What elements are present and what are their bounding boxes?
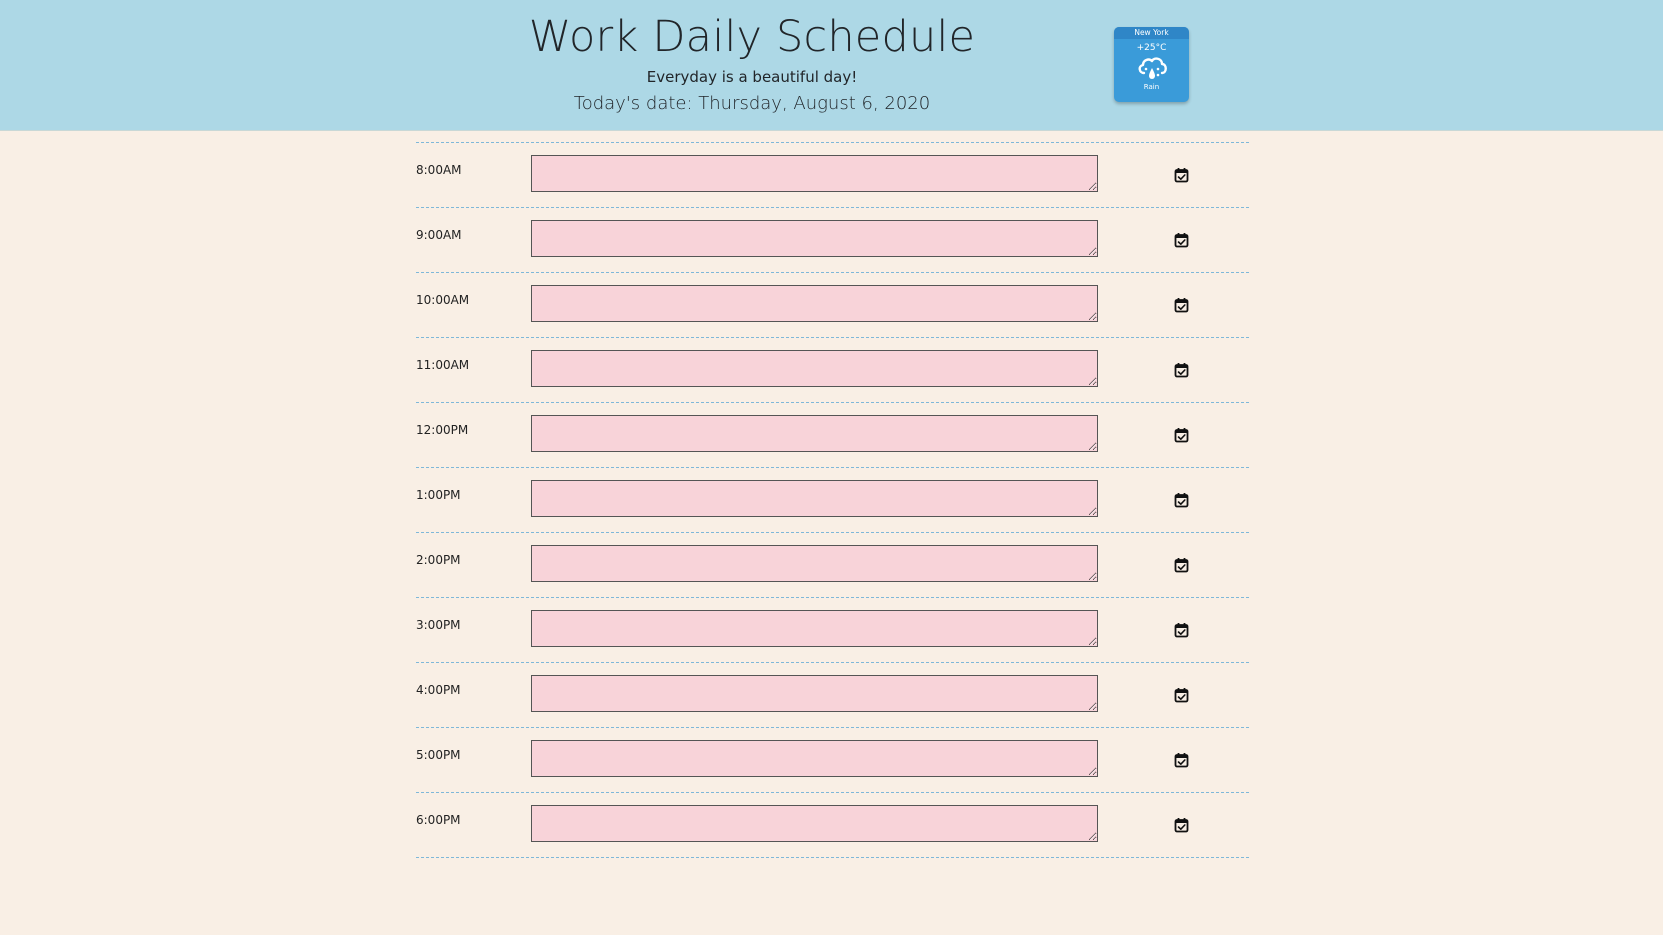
task-input[interactable]: [531, 350, 1098, 387]
calendar-check-icon: [1174, 688, 1188, 703]
save-button[interactable]: [1171, 620, 1191, 640]
save-button[interactable]: [1171, 360, 1191, 380]
schedule-list: 8:00AM 9:00AM 10:00AM 11:00AM 12:00PM 1:00PM 2…: [416, 142, 1249, 858]
hour-label: 8:00AM: [416, 163, 462, 177]
save-button[interactable]: [1171, 230, 1191, 250]
save-button[interactable]: [1171, 490, 1191, 510]
calendar-check-icon: [1174, 493, 1188, 508]
hour-label: 6:00PM: [416, 813, 461, 827]
weather-temperature: +25°C: [1136, 43, 1167, 53]
tagline: Everyday is a beautiful day!: [646, 68, 858, 86]
time-block-row: 1:00PM: [416, 467, 1249, 532]
task-input[interactable]: [531, 610, 1098, 647]
calendar-check-icon: [1174, 623, 1188, 638]
time-block-row: 9:00AM: [416, 207, 1249, 272]
time-block-row: 10:00AM: [416, 272, 1249, 337]
calendar-check-icon: [1174, 558, 1188, 573]
calendar-check-icon: [1174, 298, 1188, 313]
rain-cloud-icon: [1138, 57, 1167, 79]
task-input[interactable]: [531, 415, 1098, 452]
save-button[interactable]: [1171, 295, 1191, 315]
save-button[interactable]: [1171, 425, 1191, 445]
task-input[interactable]: [531, 220, 1098, 257]
time-block-row: 2:00PM: [416, 532, 1249, 597]
task-input[interactable]: [531, 545, 1098, 582]
calendar-check-icon: [1174, 753, 1188, 768]
weather-condition: Rain: [1143, 83, 1160, 91]
task-input[interactable]: [531, 285, 1098, 322]
hour-label: 10:00AM: [416, 293, 470, 307]
calendar-check-icon: [1174, 428, 1188, 443]
hour-label: 11:00AM: [416, 358, 470, 372]
weather-widget[interactable]: New York +25°C Rain: [1114, 27, 1189, 102]
task-input[interactable]: [531, 740, 1098, 777]
save-button[interactable]: [1171, 815, 1191, 835]
hour-label: 12:00PM: [416, 423, 469, 437]
calendar-check-icon: [1174, 168, 1188, 183]
calendar-check-icon: [1174, 233, 1188, 248]
page-header: Work Daily Schedule Everyday is a beauti…: [0, 0, 1663, 131]
hour-label: 3:00PM: [416, 618, 461, 632]
hour-label: 2:00PM: [416, 553, 461, 567]
hour-label: 5:00PM: [416, 748, 461, 762]
page-title: Work Daily Schedule: [528, 12, 976, 62]
time-block-row: 8:00AM: [416, 142, 1249, 207]
weather-city: New York: [1114, 27, 1189, 39]
task-input[interactable]: [531, 155, 1098, 192]
calendar-check-icon: [1174, 363, 1188, 378]
time-block-row: 4:00PM: [416, 662, 1249, 727]
time-block-row: 6:00PM: [416, 792, 1249, 858]
task-input[interactable]: [531, 805, 1098, 842]
time-block-row: 12:00PM: [416, 402, 1249, 467]
current-date: Today's date: Thursday, August 6, 2020: [573, 93, 931, 114]
time-block-row: 3:00PM: [416, 597, 1249, 662]
hour-label: 4:00PM: [416, 683, 461, 697]
task-input[interactable]: [531, 480, 1098, 517]
hour-label: 9:00AM: [416, 228, 462, 242]
time-block-row: 11:00AM: [416, 337, 1249, 402]
calendar-check-icon: [1174, 818, 1188, 833]
task-input[interactable]: [531, 675, 1098, 712]
hour-label: 1:00PM: [416, 488, 461, 502]
save-button[interactable]: [1171, 685, 1191, 705]
time-block-row: 5:00PM: [416, 727, 1249, 792]
save-button[interactable]: [1171, 555, 1191, 575]
save-button[interactable]: [1171, 165, 1191, 185]
save-button[interactable]: [1171, 750, 1191, 770]
